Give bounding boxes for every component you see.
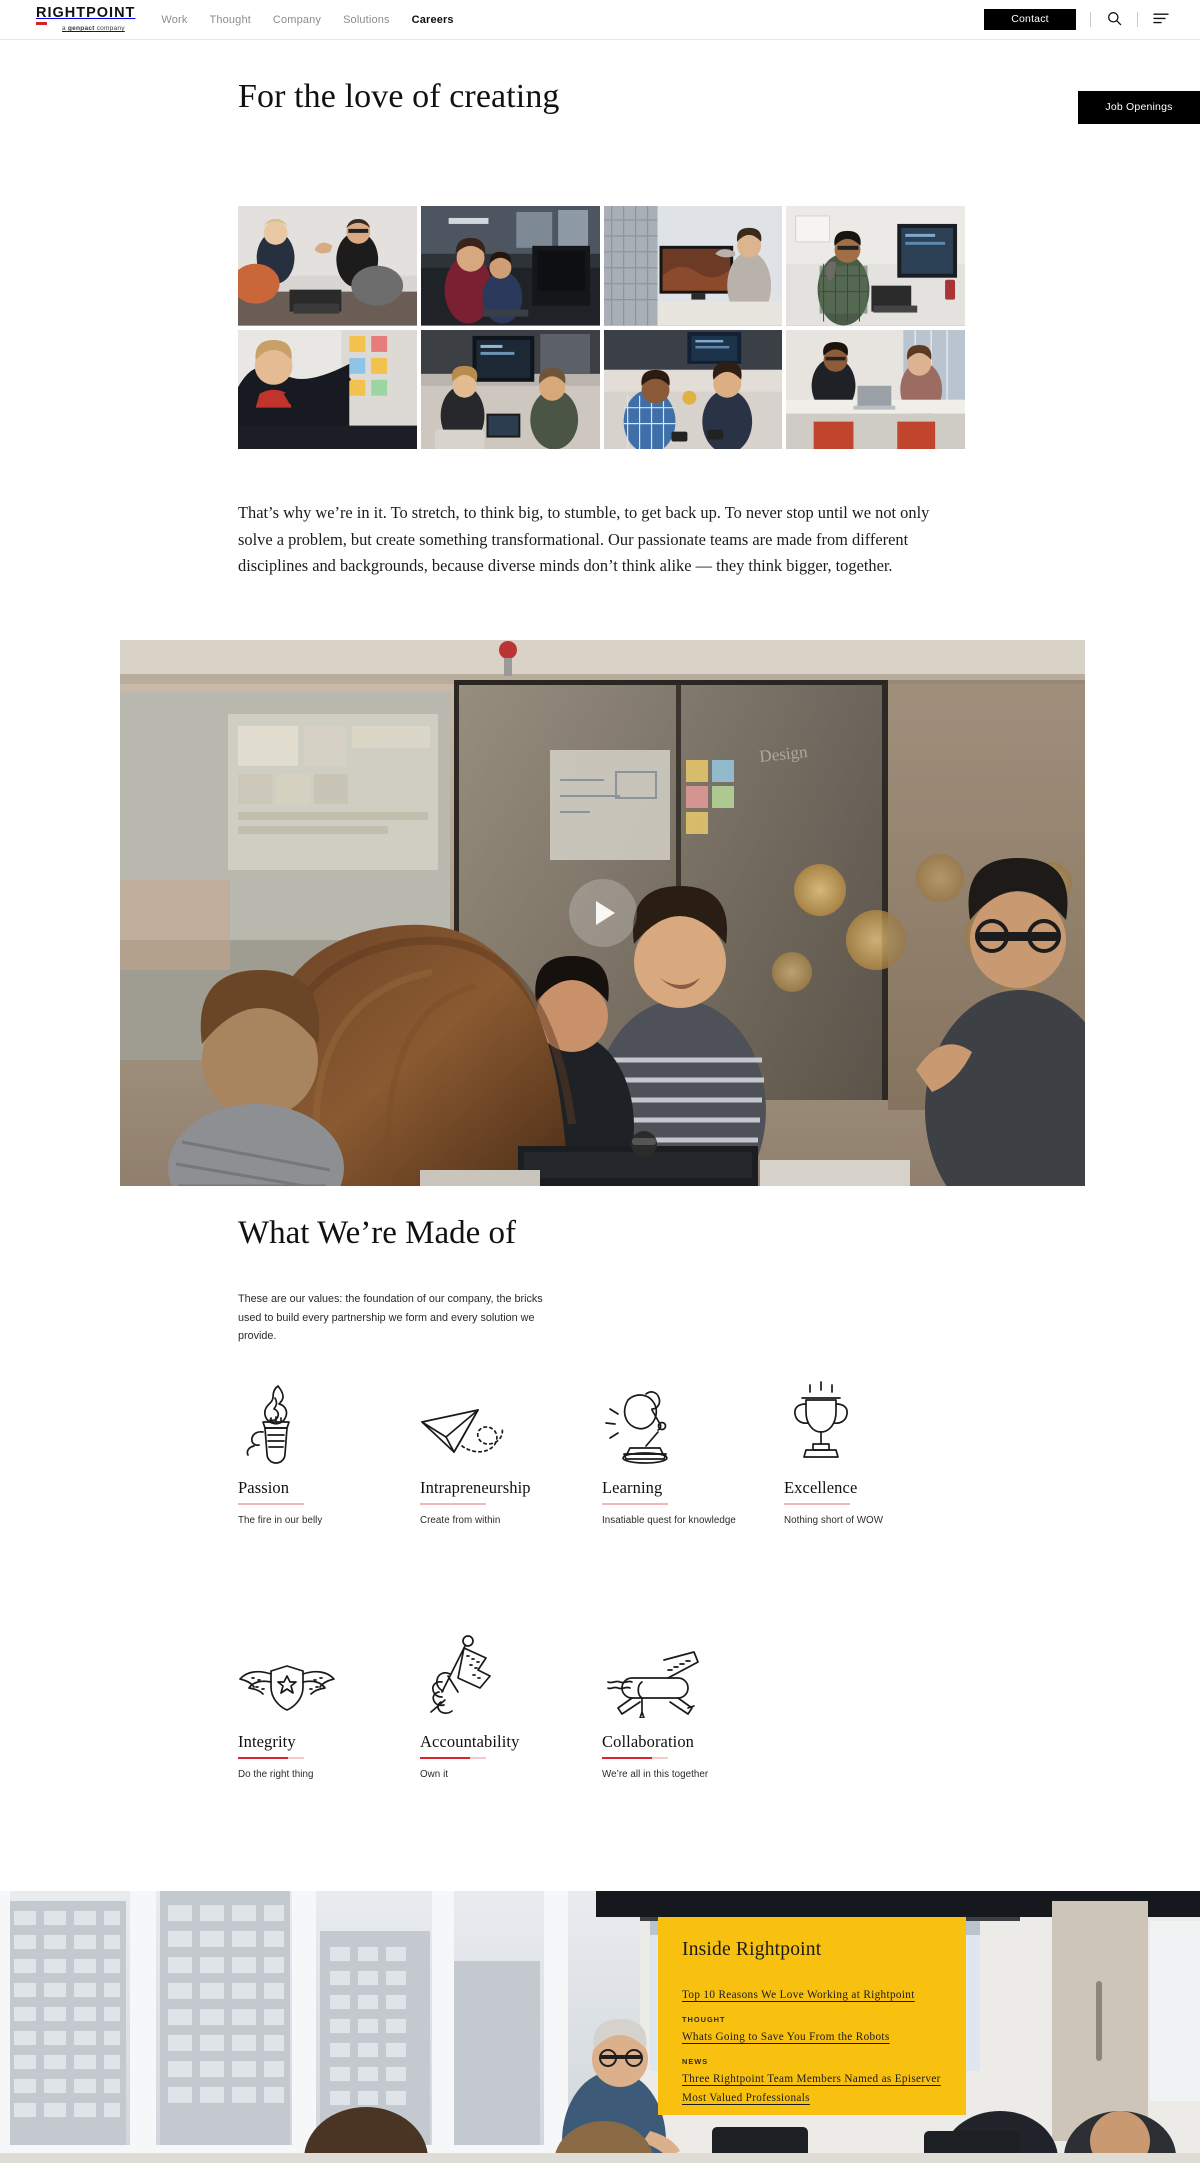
logo-tagline: a genpact company (62, 25, 125, 33)
inside-rightpoint-background (0, 1891, 1200, 2163)
grid-photo-4 (786, 206, 965, 326)
site-header: RIGHTPOINT a genpact company Work Though… (0, 0, 1200, 40)
value-description: Nothing short of WOW (784, 1515, 883, 1526)
value-underline (420, 1503, 486, 1505)
torch-icon (238, 1372, 420, 1464)
header-actions: Contact (984, 9, 1170, 30)
value-name: Learning (602, 1478, 663, 1497)
main-navigation: Work Thought Company Solutions Careers (161, 14, 453, 26)
nav-item-solutions[interactable]: Solutions (343, 14, 390, 26)
grid-photo-2 (420, 206, 600, 326)
winged-shield-icon (238, 1626, 420, 1718)
search-button[interactable] (1105, 11, 1123, 29)
grid-photo-1 (238, 206, 417, 326)
logo-wordmark: RIGHTPOINT (36, 5, 136, 22)
value-underline (784, 1503, 850, 1505)
value-card-integrity: Integrity Do the right thing (238, 1626, 420, 1780)
contact-button[interactable]: Contact (984, 9, 1076, 30)
inside-link-episerver-mvp[interactable]: Three Rightpoint Team Members Named as E… (682, 2073, 941, 2104)
value-card-collaboration: Collaboration We’re all in this together (602, 1626, 784, 1780)
value-name: Intrapreneurship (420, 1478, 531, 1497)
value-card-excellence: Excellence Nothing short of WOW (784, 1372, 966, 1526)
value-name: Excellence (784, 1478, 858, 1497)
grid-photo-3 (603, 206, 783, 326)
hand-flag-icon (420, 1626, 602, 1718)
value-description: The fire in our belly (238, 1515, 323, 1526)
multi-tool-icon (602, 1626, 784, 1718)
page-title: For the love of creating (238, 78, 560, 115)
job-openings-button[interactable]: Job Openings (1078, 91, 1200, 124)
inside-rightpoint-list: Top 10 Reasons We Love Working at Rightp… (682, 1985, 942, 2107)
video-hero[interactable]: Design (120, 640, 1085, 1186)
values-section-subtitle: These are our values: the foundation of … (238, 1293, 543, 1343)
nav-item-company[interactable]: Company (273, 14, 321, 26)
header-divider-2 (1137, 12, 1138, 27)
search-icon (1107, 11, 1122, 29)
value-description: Do the right thing (238, 1769, 314, 1780)
nav-item-work[interactable]: Work (161, 14, 187, 26)
value-underline (602, 1503, 668, 1505)
value-underline (238, 1503, 304, 1505)
intro-paragraph: That’s why we’re in it. To stretch, to t… (238, 503, 930, 576)
value-description: Create from within (420, 1515, 501, 1526)
inside-link-save-you-from-robots[interactable]: Whats Going to Save You From the Robots (682, 2031, 890, 2043)
value-card-intrapreneurship: Intrapreneurship Create from within (420, 1372, 602, 1526)
value-description: Own it (420, 1769, 449, 1780)
inside-category-news: NEWS (682, 2057, 709, 2067)
value-card-learning: Learning Insatiable quest for knowledge (602, 1372, 784, 1526)
hamburger-menu-icon (1153, 12, 1169, 28)
value-name: Integrity (238, 1732, 296, 1751)
trophy-icon (784, 1372, 966, 1464)
header-divider-1 (1090, 12, 1091, 27)
photo-grid (238, 206, 965, 449)
nav-item-careers[interactable]: Careers (412, 14, 454, 26)
inside-rightpoint-title: Inside Rightpoint (682, 1939, 822, 1960)
value-underline (602, 1757, 668, 1759)
value-underline (238, 1757, 304, 1759)
desk-lamp-icon (602, 1372, 784, 1464)
logo-red-rule (36, 22, 47, 25)
values-section-title: What We’re Made of (238, 1215, 517, 1251)
value-description: We’re all in this together (602, 1769, 709, 1780)
paper-plane-icon (420, 1372, 602, 1464)
play-icon (596, 901, 615, 925)
value-name: Passion (238, 1478, 290, 1497)
nav-item-thought[interactable]: Thought (210, 14, 251, 26)
inside-category-thought: THOUGHT (682, 2015, 726, 2025)
values-grid: Passion The fire in our belly Intraprene… (238, 1372, 968, 1780)
menu-button[interactable] (1152, 11, 1170, 29)
grid-photo-7 (603, 329, 783, 449)
inside-entry-2: THOUGHT Whats Going to Save You From the… (682, 2015, 942, 2046)
value-underline (420, 1757, 486, 1759)
grid-photo-8 (786, 329, 965, 449)
value-card-accountability: Accountability Own it (420, 1626, 602, 1780)
inside-entry-3: NEWS Three Rightpoint Team Members Named… (682, 2057, 942, 2107)
grid-photo-5 (238, 329, 417, 449)
inside-entry-1: Top 10 Reasons We Love Working at Rightp… (682, 1985, 942, 2004)
value-name: Collaboration (602, 1732, 695, 1751)
inside-rightpoint-card: Inside Rightpoint Top 10 Reasons We Love… (658, 1917, 966, 2115)
rightpoint-logo[interactable]: RIGHTPOINT a genpact company (36, 6, 135, 33)
value-name: Accountability (420, 1732, 520, 1751)
value-description: Insatiable quest for knowledge (602, 1515, 736, 1526)
inside-link-top-10-reasons[interactable]: Top 10 Reasons We Love Working at Rightp… (682, 1989, 915, 2001)
grid-photo-6 (420, 329, 600, 449)
play-button[interactable] (568, 879, 637, 947)
value-card-passion: Passion The fire in our belly (238, 1372, 420, 1526)
